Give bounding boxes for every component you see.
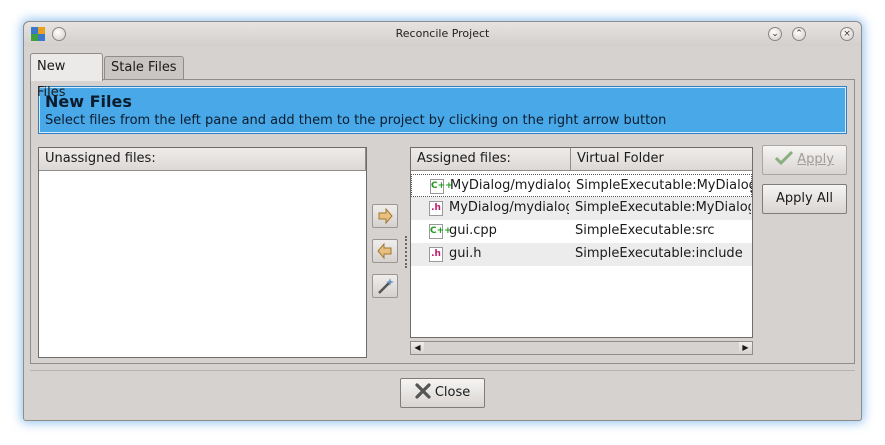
- checkmark-icon: [775, 150, 794, 166]
- close-icon: ×: [843, 29, 851, 39]
- assigned-files-header[interactable]: Assigned files:: [411, 148, 571, 171]
- close-button[interactable]: Close: [400, 378, 485, 408]
- arrow-left-icon: [377, 242, 392, 260]
- title-bar[interactable]: Reconcile Project ⌄ ⌃ ×: [24, 22, 861, 46]
- table-row[interactable]: C++ MyDialog/mydialog SimpleExecutable:M…: [411, 174, 752, 197]
- apply-label: Apply: [797, 152, 834, 167]
- virtual-folder-cell: SimpleExecutable:src: [575, 223, 715, 238]
- virtual-folder-header[interactable]: Virtual Folder: [571, 148, 752, 171]
- window-title: Reconcile Project: [395, 27, 490, 40]
- unassigned-files-header[interactable]: Unassigned files:: [39, 148, 366, 171]
- close-label: Close: [434, 385, 471, 400]
- scroll-left-button[interactable]: ◀: [411, 342, 424, 354]
- tab-new-files[interactable]: New Files: [30, 53, 103, 100]
- banner-description: Select files from the left pane and add …: [45, 113, 667, 128]
- close-window-button[interactable]: ×: [840, 27, 854, 41]
- cpp-file-icon: C++: [430, 179, 453, 194]
- virtual-folder-cell: SimpleExecutable:include: [575, 246, 743, 261]
- header-file-icon: .h: [429, 201, 443, 216]
- minimize-button[interactable]: ⌄: [768, 27, 782, 41]
- assigned-file-name: gui.h: [449, 246, 482, 261]
- assigned-files-scrollbar[interactable]: ◀ ▶: [410, 341, 753, 355]
- auto-assign-button[interactable]: [372, 274, 398, 298]
- apply-all-label: Apply All: [776, 191, 833, 206]
- virtual-folder-cell: SimpleExecutable:MyDialog: [576, 178, 752, 193]
- apply-button[interactable]: Apply: [762, 145, 847, 175]
- chevron-down-icon: ⌄: [771, 29, 779, 39]
- unassigned-files-list[interactable]: Unassigned files:: [38, 147, 367, 358]
- assigned-file-name: MyDialog/mydialog: [450, 178, 570, 193]
- close-icon: [415, 383, 431, 399]
- assigned-files-list[interactable]: Assigned files: Virtual Folder C++ MyDia…: [410, 147, 753, 338]
- magic-wand-icon: [378, 278, 394, 294]
- arrow-right-icon: [378, 207, 393, 225]
- assigned-file-name: gui.cpp: [449, 223, 497, 238]
- scroll-right-button[interactable]: ▶: [739, 342, 752, 354]
- apply-all-button[interactable]: Apply All: [762, 184, 847, 214]
- tab-stale-files[interactable]: Stale Files: [104, 56, 184, 80]
- header-file-icon: .h: [429, 247, 443, 262]
- chevron-left-icon: ◀: [414, 343, 421, 352]
- maximize-button[interactable]: ⌃: [792, 27, 806, 41]
- splitter-handle[interactable]: [405, 236, 407, 268]
- table-row[interactable]: C++ gui.cpp SimpleExecutable:src: [411, 220, 752, 243]
- assigned-file-name: MyDialog/mydialog: [449, 200, 569, 215]
- virtual-folder-cell: SimpleExecutable:MyDialog: [575, 200, 751, 215]
- cpp-file-icon: C++: [429, 224, 452, 239]
- chevron-up-icon: ⌃: [795, 29, 803, 39]
- table-row[interactable]: .h gui.h SimpleExecutable:include: [411, 243, 752, 266]
- reconcile-project-window: Reconcile Project ⌄ ⌃ × New Files Stale …: [23, 21, 862, 421]
- bottom-divider: [30, 370, 855, 371]
- remove-from-project-button[interactable]: [372, 239, 398, 263]
- add-to-project-button[interactable]: [372, 204, 398, 228]
- info-banner: New Files Select files from the left pan…: [38, 86, 847, 134]
- chevron-right-icon: ▶: [742, 343, 749, 352]
- new-files-panel: New Files Select files from the left pan…: [30, 79, 855, 364]
- table-row[interactable]: .h MyDialog/mydialog SimpleExecutable:My…: [411, 197, 752, 220]
